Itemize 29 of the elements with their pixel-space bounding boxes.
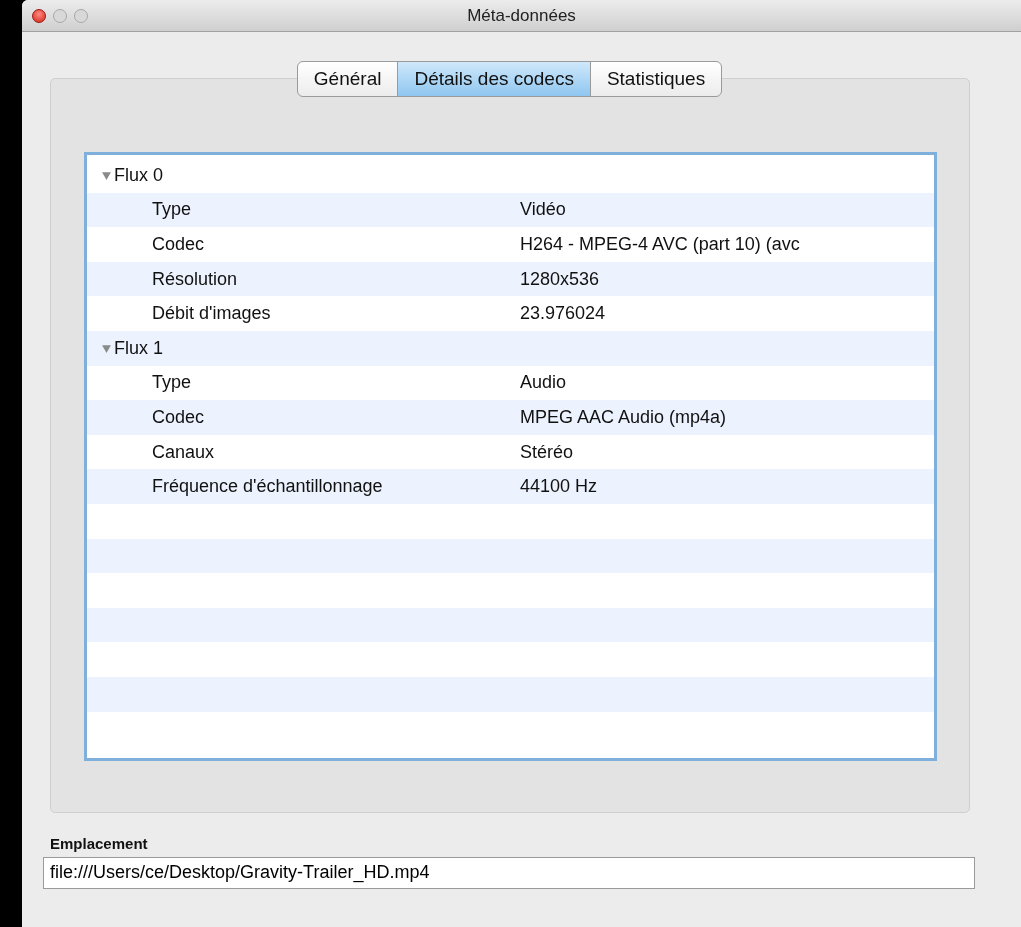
property-value: Stéréo: [520, 441, 574, 463]
property-value: 44100 Hz: [520, 476, 598, 498]
property-name: Résolution: [151, 268, 239, 290]
property-name: Canaux: [151, 441, 216, 463]
disclosure-triangle-icon[interactable]: [101, 169, 112, 181]
window-title: Méta-données: [467, 5, 576, 26]
property-value: 1280x536: [520, 268, 600, 290]
property-value: H264 - MPEG-4 AVC (part 10) (avc: [520, 234, 800, 255]
minimize-icon[interactable]: [53, 8, 67, 23]
location-field[interactable]: file:///Users/ce/Desktop/Gravity-Trailer_HD.mp4: [43, 857, 975, 889]
zoom-icon[interactable]: [74, 8, 88, 23]
tab[interactable]: Détails des codecs: [397, 61, 591, 97]
property-name: Fréquence d'échantillonnage: [151, 476, 384, 498]
close-icon[interactable]: [32, 8, 46, 23]
property-name: Codec: [151, 234, 206, 255]
tab[interactable]: Général: [296, 61, 399, 97]
field-label: Emplacement: [50, 835, 149, 852]
property-name: Codec: [151, 406, 206, 428]
property-value: MPEG AAC Audio (mp4a): [520, 406, 727, 428]
property-name: Type: [151, 199, 193, 221]
tree-group-label[interactable]: Flux 0: [114, 164, 164, 186]
property-value: Audio: [520, 372, 567, 394]
disclosure-triangle-icon[interactable]: [101, 342, 112, 354]
tab[interactable]: Statistiques: [589, 61, 723, 97]
property-value: Vidéo: [520, 199, 566, 221]
tree-group-label[interactable]: Flux 1: [114, 337, 164, 359]
property-name: Type: [151, 372, 193, 394]
property-name: Débit d'images: [151, 303, 272, 325]
property-value: 23.976024: [520, 303, 606, 325]
